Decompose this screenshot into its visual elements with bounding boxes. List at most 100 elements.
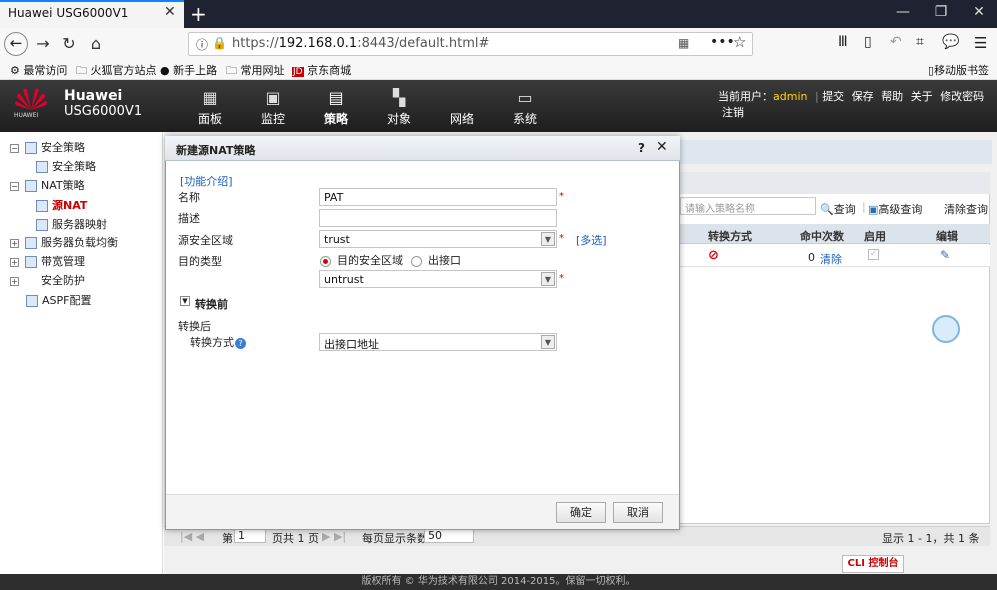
system-icon: ▭ xyxy=(517,88,533,107)
menu-network[interactable]: 网络 xyxy=(436,88,488,127)
col-edit[interactable]: 编辑 xyxy=(936,228,958,244)
minimize-icon[interactable]: — xyxy=(888,4,918,20)
dialog-title: 新建源NAT策略 xyxy=(176,144,256,157)
bookmark-firefox-site[interactable]: 🗀 火狐官方站点 xyxy=(76,62,157,81)
logout-link[interactable]: 注销 xyxy=(722,106,744,119)
radio-out-interface[interactable]: 出接口 xyxy=(411,252,461,268)
chevron-down-icon[interactable]: ▼ xyxy=(541,272,555,286)
cancel-button[interactable]: 取消 xyxy=(613,502,663,523)
change-password-link[interactable]: 修改密码 xyxy=(940,90,984,103)
url-text: https://192.168.0.1:8443/default.html# xyxy=(232,36,490,51)
sidebar-item-source-nat[interactable]: 源NAT xyxy=(36,197,87,213)
info-icon[interactable]: ⓘ xyxy=(196,36,208,53)
clear-hits-link[interactable]: 清除 xyxy=(820,251,842,267)
policy-icon: ▤ xyxy=(328,88,344,107)
sidebar-item-security-policy-child[interactable]: 安全策略 xyxy=(36,158,96,174)
description-input[interactable] xyxy=(319,209,557,227)
home-icon[interactable]: ⌂ xyxy=(85,33,107,55)
hamburger-menu-icon[interactable]: ☰ xyxy=(974,34,987,52)
translation-mode-label: 转换方式? xyxy=(190,334,246,350)
source-zone-label: 源安全区域 xyxy=(178,234,233,247)
col-enabled[interactable]: 启用 xyxy=(864,228,886,244)
first-page-icon[interactable]: |◀ ◀ xyxy=(180,530,204,543)
sidebar-item-server-mapping[interactable]: 服务器映射 xyxy=(36,216,107,232)
collapse-section-icon[interactable]: ▼ xyxy=(180,296,190,306)
sidebar-item-protection[interactable]: + 安全防护 xyxy=(10,272,85,288)
qr-code-icon[interactable]: ▦ xyxy=(678,36,689,50)
save-link[interactable]: 保存 xyxy=(852,90,874,103)
search-icon: 🔍 xyxy=(820,203,834,216)
advanced-search-button[interactable]: ▣高级查询 xyxy=(868,201,922,217)
sidebar-item-aspf[interactable]: ASPF配置 xyxy=(26,292,91,308)
dest-zone-select[interactable]: untrust ▼ xyxy=(319,270,557,288)
sidebar-item-slb[interactable]: + 服务器负载均衡 xyxy=(10,234,118,250)
name-input[interactable]: PAT xyxy=(319,188,557,206)
bookmark-star-icon[interactable]: ☆ xyxy=(733,33,746,51)
reload-icon[interactable]: ↻ xyxy=(58,33,80,55)
col-translation-mode[interactable]: 转换方式 xyxy=(708,228,752,244)
restore-icon[interactable]: ❐ xyxy=(926,4,956,20)
menu-dashboard[interactable]: ▦ 面板 xyxy=(184,88,236,127)
radio-dest-zone[interactable]: 目的安全区域 xyxy=(320,252,403,268)
translation-mode-select[interactable]: 出接口地址 ▼ xyxy=(319,333,557,351)
expand-icon[interactable]: + xyxy=(10,276,19,286)
after-translation-label: 转换后 xyxy=(178,320,211,333)
sidebar-item-nat-policy[interactable]: − NAT策略 xyxy=(10,177,85,193)
collapse-icon[interactable]: − xyxy=(10,181,19,191)
bookmark-most-visited[interactable]: ⚙ 最常访问 xyxy=(10,62,67,78)
tab-close-icon[interactable]: ✕ xyxy=(164,4,176,20)
collapse-icon[interactable]: − xyxy=(10,143,19,153)
sidebar-item-bandwidth[interactable]: + 带宽管理 xyxy=(10,253,85,269)
close-icon[interactable]: ✕ xyxy=(656,139,668,155)
content-tab-strip xyxy=(672,140,992,164)
chevron-down-icon[interactable]: ▼ xyxy=(541,232,555,246)
library-icon[interactable]: Ⅲ xyxy=(838,34,848,50)
expand-icon[interactable]: + xyxy=(10,257,19,267)
help-icon[interactable]: ? xyxy=(638,141,645,155)
bookmark-jd[interactable]: JD 京东商城 xyxy=(292,62,351,78)
chevron-down-icon[interactable]: ▼ xyxy=(541,335,555,349)
bookmark-common-sites[interactable]: 🗀 常用网址 xyxy=(226,62,285,81)
enabled-checkbox[interactable]: ✓ xyxy=(868,249,879,260)
per-page-select[interactable]: 50 xyxy=(424,528,474,543)
undo-icon[interactable]: ↶ xyxy=(890,34,902,50)
assistant-icon[interactable] xyxy=(932,315,960,343)
policy-search-input[interactable]: 请输入策略名称 xyxy=(680,197,816,215)
radio-unselected-icon xyxy=(411,255,422,267)
before-translation-section[interactable]: 转换前 xyxy=(195,296,228,312)
new-tab-icon[interactable]: + xyxy=(190,2,207,26)
hit-count: 0 xyxy=(808,251,815,264)
forward-icon[interactable]: → xyxy=(32,33,54,55)
more-icon[interactable]: ••• xyxy=(710,34,735,50)
about-link[interactable]: 关于 xyxy=(911,90,933,103)
intro-link[interactable]: [功能介绍] xyxy=(180,173,233,189)
menu-policy[interactable]: ▤ 策略 xyxy=(310,88,362,127)
ok-button[interactable]: 确定 xyxy=(556,502,606,523)
cli-console-button[interactable]: CLI 控制台 xyxy=(842,555,904,573)
help-link[interactable]: 帮助 xyxy=(881,90,903,103)
sidebar-item-security-policy[interactable]: − 安全策略 xyxy=(10,139,85,155)
menu-object[interactable]: ▚ 对象 xyxy=(373,88,425,127)
mobile-bookmarks[interactable]: ▯移动版书签 xyxy=(928,62,989,78)
back-icon[interactable]: ← xyxy=(4,32,28,56)
col-hit-count[interactable]: 命中次数 xyxy=(800,228,844,244)
slb-icon xyxy=(25,237,37,249)
search-button[interactable]: 🔍查询 xyxy=(820,201,856,217)
sidebar-toggle-icon[interactable]: ▯ xyxy=(864,34,872,50)
menu-monitor[interactable]: ▣ 监控 xyxy=(247,88,299,127)
question-icon[interactable]: ? xyxy=(235,338,246,349)
menu-system[interactable]: ▭ 系统 xyxy=(499,88,551,127)
chat-icon[interactable]: 💬 xyxy=(942,34,959,50)
multi-select-link[interactable]: [多选] xyxy=(576,232,607,248)
window-close-icon[interactable]: ✕ xyxy=(964,4,994,20)
page-input[interactable]: 1 xyxy=(234,528,266,543)
crop-icon[interactable]: ⌗ xyxy=(916,34,924,50)
network-icon xyxy=(436,88,488,110)
expand-icon[interactable]: + xyxy=(10,238,19,248)
source-zone-select[interactable]: trust ▼ xyxy=(319,230,557,248)
submit-link[interactable]: 提交 xyxy=(822,90,844,103)
bookmark-getting-started[interactable]: ● 新手上路 xyxy=(160,62,217,78)
edit-icon[interactable]: ✎ xyxy=(940,248,950,262)
clear-search-button[interactable]: 清除查询 xyxy=(944,201,988,217)
next-page-icon[interactable]: ▶ ▶| xyxy=(322,530,346,543)
